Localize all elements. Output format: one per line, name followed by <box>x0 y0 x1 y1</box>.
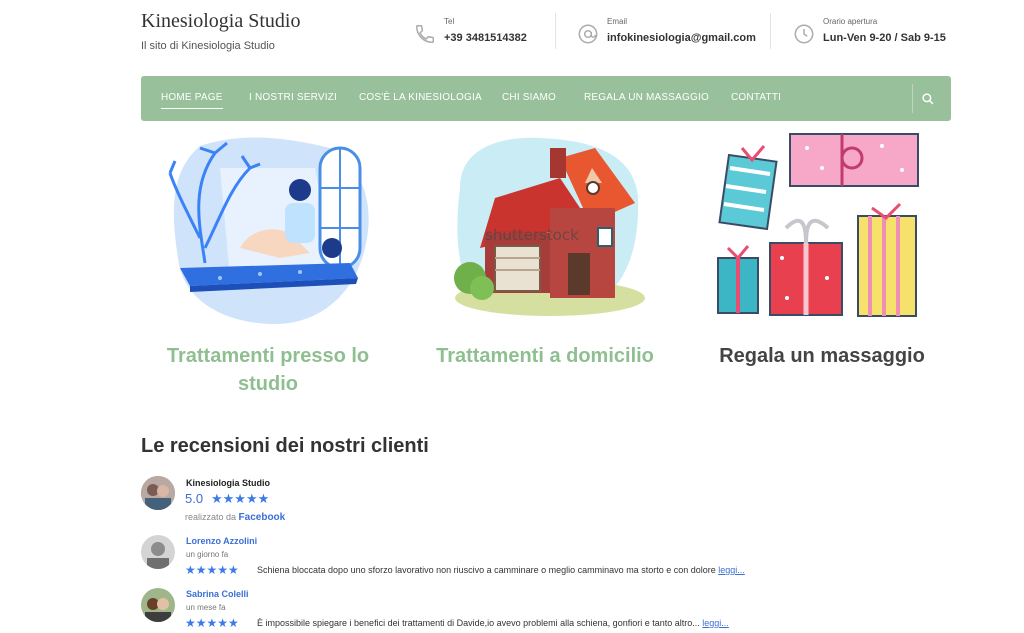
contact-email: Email infokinesiologia@gmail.com <box>577 17 756 45</box>
at-icon <box>578 24 598 44</box>
site-title[interactable]: Kinesiologia Studio <box>141 10 300 33</box>
business-avatar-image <box>141 476 175 510</box>
review-stars: ★★★★★ <box>185 616 239 630</box>
main-nav: HOME PAGE I NOSTRI SERVIZI COS'È LA KINE… <box>141 76 951 121</box>
rating-value: 5.0 <box>185 491 204 506</box>
contact-phone-label: Tel <box>444 17 455 26</box>
business-name[interactable]: Kinesiologia Studio <box>186 478 270 488</box>
review-text-body: Schiena bloccata dopo uno sforzo lavorat… <box>257 565 716 575</box>
contact-email-label: Email <box>607 17 628 26</box>
contact-email-value[interactable]: infokinesiologia@gmail.com <box>607 32 756 44</box>
avatar <box>141 535 175 569</box>
rating-stars: ★★★★★ <box>211 491 270 506</box>
nav-item-chi-siamo[interactable]: CHI SIAMO <box>502 92 556 103</box>
watermark-text: shutterstock <box>485 226 579 244</box>
contact-phone-value[interactable]: +39 3481514382 <box>444 32 527 44</box>
powered-by: realizzato da Facebook <box>185 512 285 523</box>
massage-studio-illustration[interactable] <box>160 128 374 328</box>
review-text: Schiena bloccata dopo uno sforzo lavorat… <box>257 565 745 575</box>
powered-by-prefix: realizzato da <box>185 512 237 522</box>
feature-title-regala[interactable]: Regala un massaggio <box>706 342 938 370</box>
nav-item-kinesiologia[interactable]: COS'È LA KINESIOLOGIA <box>359 92 482 103</box>
clock-icon <box>794 24 814 44</box>
review-text: È impossibile spiegare i benefici dei tr… <box>257 618 729 628</box>
search-icon[interactable] <box>919 90 937 108</box>
gifts-illustration[interactable] <box>712 128 924 328</box>
read-more-link[interactable]: leggi... <box>702 618 729 628</box>
contact-hours-value: Lun-Ven 9-20 / Sab 9-15 <box>823 32 946 44</box>
review-date: un giorno fa <box>186 550 229 559</box>
feature-title-domicilio[interactable]: Trattamenti a domicilio <box>420 342 670 370</box>
site-brand[interactable]: Kinesiologia Studio Il sito di Kinesiolo… <box>141 10 300 52</box>
header-separator <box>555 13 556 49</box>
contact-hours-label: Orario apertura <box>823 17 878 26</box>
header-separator <box>770 13 771 49</box>
nav-item-servizi[interactable]: I NOSTRI SERVIZI <box>249 92 337 103</box>
house-illustration[interactable]: shutterstock <box>440 128 650 323</box>
reviews-heading: Le recensioni dei nostri clienti <box>141 435 429 457</box>
phone-icon <box>416 25 434 43</box>
review-date: un mese fa <box>186 603 226 612</box>
nav-item-home[interactable]: HOME PAGE <box>161 92 223 109</box>
avatar <box>141 476 175 510</box>
review-text-body: È impossibile spiegare i benefici dei tr… <box>257 618 700 628</box>
reviewer-name[interactable]: Lorenzo Azzolini <box>186 536 257 546</box>
nav-item-contatti[interactable]: CONTATTI <box>731 92 781 103</box>
reviewer-name[interactable]: Sabrina Colelli <box>186 589 249 599</box>
reviewer-avatar-image <box>141 588 175 622</box>
feature-title-studio[interactable]: Trattamenti presso lo studio <box>150 342 386 398</box>
contact-phone: Tel +39 3481514382 <box>414 17 527 45</box>
avatar <box>141 588 175 622</box>
contact-hours: Orario apertura Lun-Ven 9-20 / Sab 9-15 <box>793 17 946 45</box>
nav-divider <box>912 84 913 113</box>
read-more-link[interactable]: leggi... <box>718 565 745 575</box>
review-stars: ★★★★★ <box>185 563 239 577</box>
site-subtitle: Il sito di Kinesiologia Studio <box>141 40 275 52</box>
nav-item-regala[interactable]: REGALA UN MASSAGGIO <box>584 92 709 103</box>
facebook-link[interactable]: Facebook <box>239 512 286 523</box>
reviewer-avatar-image <box>141 535 175 569</box>
